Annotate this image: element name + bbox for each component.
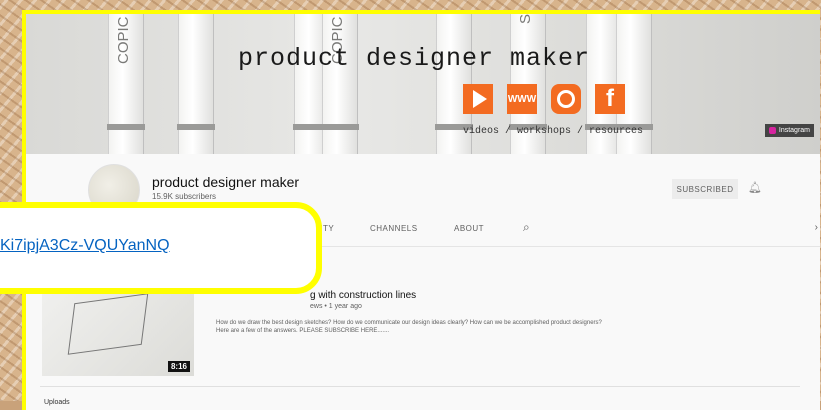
channel-name: product designer maker <box>152 174 300 190</box>
instagram-link[interactable]: Instagram <box>764 124 814 137</box>
video-link[interactable]: Ki7ipjA3Cz-VQUYanNQ <box>0 237 170 255</box>
tab-about[interactable]: ABOUT <box>454 224 484 233</box>
search-icon[interactable]: ⌕ <box>523 220 530 235</box>
divider <box>40 386 800 387</box>
marker-decoration: COPIC <box>321 14 359 154</box>
tab-channels[interactable]: CHANNELS <box>370 224 418 233</box>
instagram-icon <box>768 127 776 134</box>
subscribed-button[interactable]: SUBSCRIBED <box>672 179 738 199</box>
channel-banner: COPIC COPIC Sharpie product designer mak… <box>26 14 820 154</box>
banner-social-icons: WWW f <box>463 84 625 114</box>
video-duration: 8:16 <box>167 361 190 372</box>
banner-title: product designer maker <box>238 44 591 73</box>
facebook-icon[interactable]: f <box>595 84 625 114</box>
play-icon[interactable] <box>463 84 493 114</box>
sketch-thumbnail-art <box>67 293 149 355</box>
website-icon[interactable]: WWW <box>507 84 537 114</box>
marker-decoration: COPIC <box>107 14 145 154</box>
video-title[interactable]: g with construction lines <box>310 290 416 301</box>
video-thumbnail[interactable]: 8:16 <box>42 290 194 376</box>
marker-decoration <box>177 14 215 154</box>
section-label: Uploads <box>44 399 70 406</box>
video-description: How do we draw the best design sketches?… <box>216 320 602 334</box>
instagram-icon[interactable] <box>551 84 581 114</box>
bell-icon[interactable]: 🔔︎ <box>748 181 762 194</box>
subscriber-count: 15.9K subscribers <box>152 192 217 201</box>
banner-tagline: videos / workshops / resources <box>463 126 644 137</box>
video-meta: ews • 1 year ago <box>310 303 362 310</box>
chevron-right-icon[interactable]: › <box>815 222 818 233</box>
